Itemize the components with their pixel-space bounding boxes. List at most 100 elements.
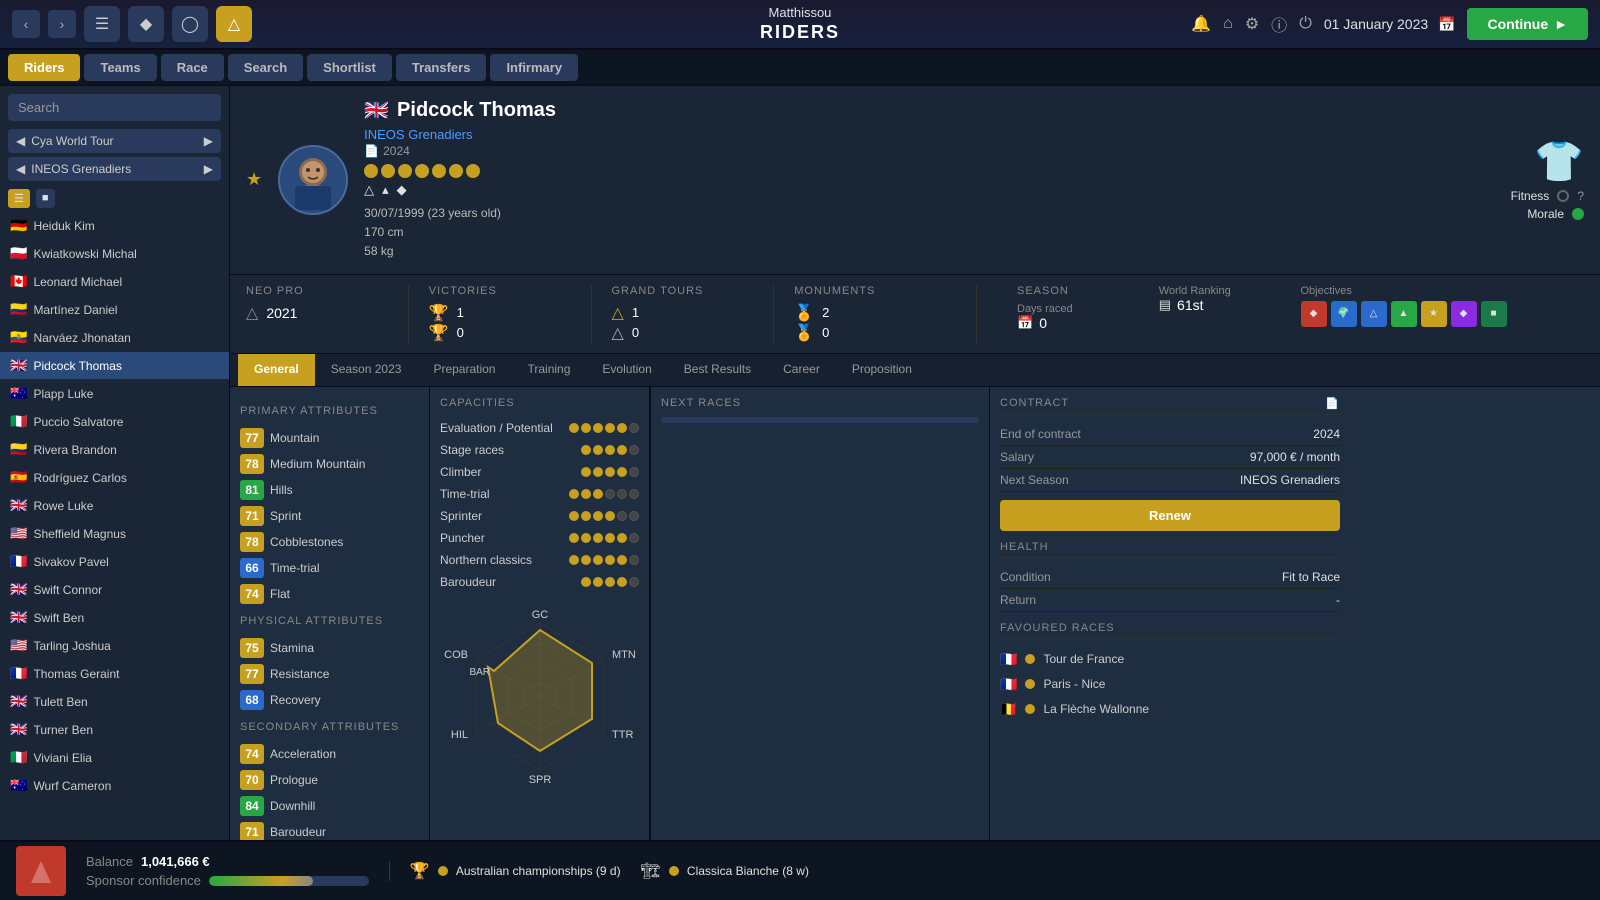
sort-btn1[interactable]: ☰ [8, 189, 30, 208]
tab-race[interactable]: Race [161, 54, 224, 81]
sort-btn2[interactable]: ■ [36, 189, 55, 208]
rider-team-display: INEOS Grenadiers [364, 127, 1494, 142]
tab-proposition[interactable]: Proposition [836, 354, 928, 386]
sidebar-search[interactable]: Search [8, 94, 221, 121]
tab-training[interactable]: Training [511, 354, 586, 386]
trophy-event-icon: 🏆 [410, 861, 430, 881]
notification-icon[interactable]: 🔔 [1191, 14, 1211, 34]
tab-search[interactable]: Search [228, 54, 303, 81]
morale-row: Morale [1527, 207, 1584, 221]
tab-general[interactable]: General [238, 354, 315, 386]
divider3 [773, 285, 774, 343]
clock-icon[interactable]: ◯ [172, 6, 208, 42]
continue-arrow-icon: ► [1554, 16, 1568, 32]
flag-au1: 🇦🇺 [10, 385, 27, 402]
flag-ca: 🇨🇦 [10, 273, 27, 290]
menu-icon[interactable]: ☰ [84, 6, 120, 42]
rider-item-heiduk[interactable]: 🇩🇪Heiduk Kim [0, 212, 229, 240]
tab-infirmary[interactable]: Infirmary [490, 54, 578, 81]
flag-it2: 🇮🇹 [10, 749, 27, 766]
health-title: HEALTH [1000, 541, 1049, 553]
rider-item-plapp[interactable]: 🇦🇺Plapp Luke [0, 380, 229, 408]
attr-acceleration: 74Acceleration [240, 741, 419, 767]
riders-icon[interactable]: △ [216, 6, 252, 42]
tab-evolution[interactable]: Evolution [586, 354, 667, 386]
neopro-icon: △ [246, 303, 258, 323]
confidence-bar-fill [209, 876, 313, 886]
forward-button[interactable]: › [48, 10, 76, 38]
tab-preparation[interactable]: Preparation [417, 354, 511, 386]
tab-shortlist[interactable]: Shortlist [307, 54, 392, 81]
mon-gold-icon: 🏅 [794, 303, 814, 323]
settings-icon[interactable]: ⚙ [1245, 14, 1259, 34]
next-races-title: NEXT RACES [661, 397, 979, 409]
cap-timetrial: Time-trial [440, 483, 639, 505]
tab-riders[interactable]: Riders [8, 54, 80, 81]
info-icon[interactable]: ⓘ [1271, 12, 1287, 36]
rating-dot-1 [364, 164, 378, 178]
rider-kit-icon: 👕 [1534, 138, 1584, 185]
obj-badge-7: ■ [1481, 301, 1507, 327]
team-dropdown[interactable]: ◀ INEOS Grenadiers ▶ [8, 157, 221, 181]
main-layout: Search ◀ Cya World Tour ▶ ◀ INEOS Grenad… [0, 86, 1600, 840]
calendar-icon[interactable]: 📅 [1438, 16, 1455, 32]
world-tour-dropdown[interactable]: ◀ Cya World Tour ▶ [8, 129, 221, 153]
attr-time-trial: 66Time-trial [240, 555, 419, 581]
tab-best-results[interactable]: Best Results [668, 354, 767, 386]
rider-item-viviani[interactable]: 🇮🇹Viviani Elia [0, 744, 229, 772]
tab-teams[interactable]: Teams [84, 54, 156, 81]
days-raced-label: Days raced [1017, 303, 1159, 315]
content-tabs: General Season 2023 Preparation Training… [230, 354, 1600, 387]
contract-edit-icon[interactable]: 📄 [1325, 397, 1340, 410]
renew-button[interactable]: Renew [1000, 500, 1340, 531]
contract-icon: 📄 [364, 144, 379, 158]
season-section: SEASON Days raced 📅 0 [1017, 285, 1159, 343]
cap-eval: Evaluation / Potential [440, 417, 639, 439]
back-button[interactable]: ‹ [12, 10, 40, 38]
flag-es: 🇪🇸 [10, 469, 27, 486]
trophy-silver-icon: 🏆 [429, 323, 449, 343]
rider-item-tarling[interactable]: 🇺🇸Tarling Joshua [0, 632, 229, 660]
star-icon[interactable]: ★ [246, 169, 262, 190]
wr-value: 61st [1177, 297, 1203, 313]
continue-button[interactable]: Continue ► [1467, 8, 1588, 40]
grand-tours-section: Grand Tours △ 1 △ 0 [612, 285, 754, 343]
rider-item-turner[interactable]: 🇬🇧Turner Ben [0, 716, 229, 744]
obj-badge-4: ▲ [1391, 301, 1417, 327]
rider-item-martinez[interactable]: 🇨🇴Martínez Daniel [0, 296, 229, 324]
tab-season2023[interactable]: Season 2023 [315, 354, 418, 386]
rider-item-swift-c[interactable]: 🇬🇧Swift Connor [0, 576, 229, 604]
rider-item-sivakov[interactable]: 🇫🇷Sivakov Pavel [0, 548, 229, 576]
rider-item-rivera[interactable]: 🇨🇴Rivera Brandon [0, 436, 229, 464]
balance-row: Balance 1,041,666 € [86, 854, 369, 869]
flag-gb6: 🇬🇧 [10, 721, 27, 738]
tab-career[interactable]: Career [767, 354, 836, 386]
power-icon[interactable]: ⏻ [1299, 15, 1312, 33]
home-icon[interactable]: ⌂ [1223, 15, 1233, 33]
fitness-dot [1557, 190, 1569, 202]
rider-item-wurf[interactable]: 🇦🇺Wurf Cameron [0, 772, 229, 800]
rider-header-right: 👕 Fitness ? Morale [1511, 138, 1584, 221]
rider-item-kwiatkowski[interactable]: 🇵🇱Kwiatkowski Michal [0, 240, 229, 268]
rider-item-thomas[interactable]: 🇫🇷Thomas Geraint [0, 660, 229, 688]
rider-item-puccio[interactable]: 🇮🇹Puccio Salvatore [0, 408, 229, 436]
victories-silver: 0 [457, 325, 464, 340]
rider-item-narvaez[interactable]: 🇪🇨Narváez Jhonatan [0, 324, 229, 352]
cap-puncher: Puncher [440, 527, 639, 549]
globe-icon[interactable]: ◆ [128, 6, 164, 42]
tab-transfers[interactable]: Transfers [396, 54, 487, 81]
events-section: 🏆 Australian championships (9 d) 🏗 Class… [389, 861, 1584, 881]
rider-item-sheffield[interactable]: 🇺🇸Sheffield Magnus [0, 520, 229, 548]
rider-item-swift-b[interactable]: 🇬🇧Swift Ben [0, 604, 229, 632]
fitness-row: Fitness ? [1511, 189, 1584, 203]
rider-item-leonard[interactable]: 🇨🇦Leonard Michael [0, 268, 229, 296]
attr-resistance: 77Resistance [240, 661, 419, 687]
rider-item-rodriguez[interactable]: 🇪🇸Rodríguez Carlos [0, 464, 229, 492]
contract-title: CONTRACT [1000, 397, 1069, 409]
rider-item-tulett[interactable]: 🇬🇧Tulett Ben [0, 688, 229, 716]
rider-item-pidcock[interactable]: 🇬🇧Pidcock Thomas [0, 352, 229, 380]
mon-silver: 0 [822, 325, 829, 340]
race-flag-fr2: 🇫🇷 [1000, 676, 1017, 693]
svg-text:BAR: BAR [469, 667, 490, 678]
rider-item-rowe[interactable]: 🇬🇧Rowe Luke [0, 492, 229, 520]
